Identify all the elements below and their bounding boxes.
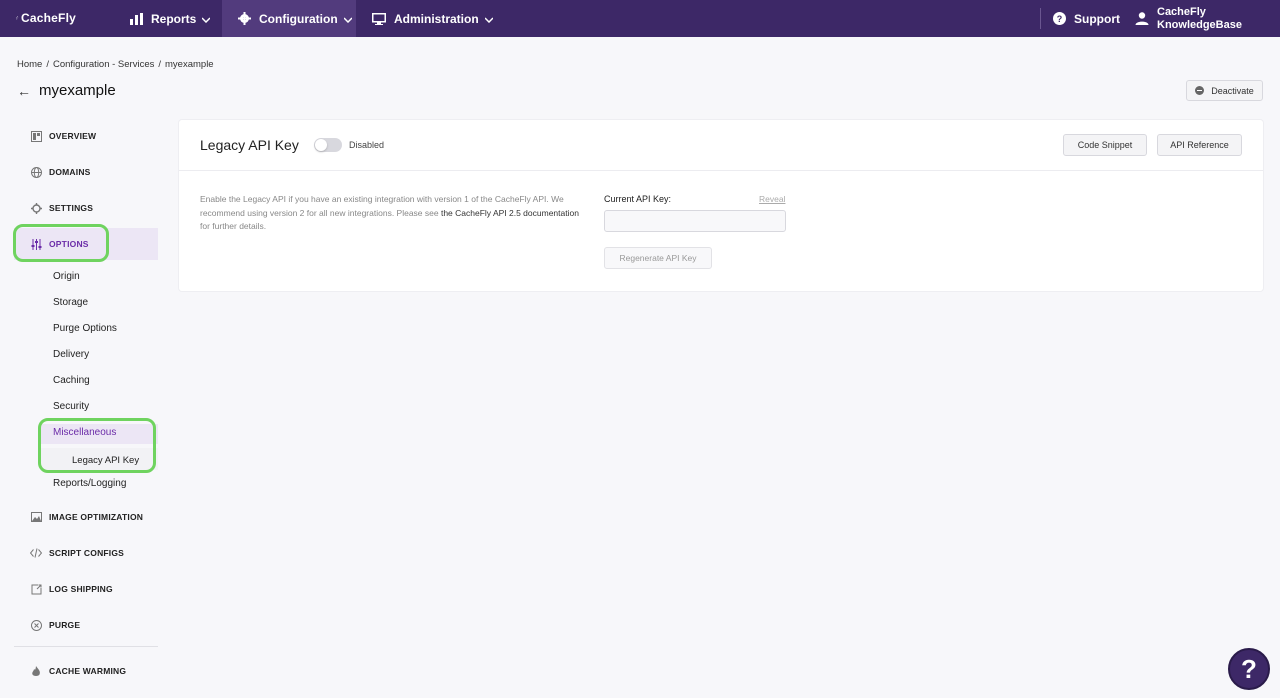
chevron-down-icon <box>201 12 211 26</box>
card-divider <box>179 170 1263 171</box>
sidebar-label: OVERVIEW <box>49 131 97 141</box>
top-navbar: CacheFly Reports Configuration Administr… <box>0 0 1280 37</box>
gear-icon <box>238 12 251 25</box>
regenerate-api-key-button[interactable]: Regenerate API Key <box>604 247 712 269</box>
reveal-link[interactable]: Reveal <box>759 194 785 204</box>
purge-icon <box>30 619 42 631</box>
sidebar-sub-security[interactable]: Security <box>53 401 89 412</box>
sidebar-item-cache-warming[interactable]: CACHE WARMING <box>14 655 158 687</box>
sidebar-sub-reports-logging[interactable]: Reports/Logging <box>53 478 126 489</box>
sidebar-sub-delivery[interactable]: Delivery <box>53 349 89 360</box>
sidebar-label: DOMAINS <box>49 167 91 177</box>
deactivate-label: Deactivate <box>1211 85 1254 96</box>
nav-support-label: Support <box>1074 11 1120 26</box>
nav-reports[interactable]: Reports <box>130 0 211 37</box>
sidebar-label: SCRIPT CONFIGS <box>49 548 125 558</box>
legacy-api-key-card: Legacy API Key Disabled Code Snippet API… <box>179 120 1263 291</box>
breadcrumb-services[interactable]: Configuration - Services <box>53 59 154 70</box>
current-api-key-label: Current API Key: <box>604 194 672 204</box>
legacy-api-description: Enable the Legacy API if you have an exi… <box>200 193 580 234</box>
sidebar-item-log-shipping[interactable]: LOG SHIPPING <box>14 573 158 605</box>
legacy-api-toggle[interactable] <box>314 138 342 152</box>
api-docs-link[interactable]: the CacheFly API 2.5 documentation <box>441 208 579 218</box>
page-title: myexample <box>39 82 116 99</box>
sliders-icon <box>30 238 42 250</box>
description-text-end: for further details. <box>200 221 267 231</box>
logo-text: CacheFly <box>21 11 76 25</box>
help-button[interactable]: ? <box>1228 648 1270 690</box>
nav-reports-label: Reports <box>151 11 197 26</box>
nav-support[interactable]: ? Support <box>1053 0 1120 37</box>
user-icon <box>1135 12 1149 25</box>
breadcrumb-separator: / <box>46 59 49 70</box>
nav-configuration[interactable]: Configuration <box>222 0 356 37</box>
sidebar-sub-legacy-api-key[interactable]: Legacy API Key <box>72 455 139 466</box>
toggle-state-label: Disabled <box>349 140 385 150</box>
nav-configuration-label: Configuration <box>259 11 338 26</box>
sidebar-item-image-optimization[interactable]: IMAGE OPTIMIZATION <box>14 501 158 533</box>
sidebar-sub-miscellaneous[interactable]: Miscellaneous <box>53 427 116 438</box>
nav-divider <box>1040 8 1041 29</box>
sidebar-label: LOG SHIPPING <box>49 584 113 594</box>
monitor-icon <box>372 12 386 25</box>
page-title-row: ← myexample <box>17 82 116 99</box>
sidebar-item-options[interactable]: OPTIONS <box>14 228 158 260</box>
sidebar-label: OPTIONS <box>49 239 89 249</box>
code-icon <box>30 547 42 559</box>
chevron-down-icon <box>484 12 494 26</box>
card-title: Legacy API Key <box>200 137 299 153</box>
sidebar-item-script-configs[interactable]: SCRIPT CONFIGS <box>14 537 158 569</box>
breadcrumb-current: myexample <box>165 59 214 70</box>
sidebar-label: SETTINGS <box>49 203 94 213</box>
sidebar-divider <box>14 646 158 647</box>
cachefly-logo[interactable]: CacheFly <box>16 4 76 32</box>
arrow-left-icon[interactable]: ← <box>17 83 31 99</box>
nav-administration-label: Administration <box>394 11 479 26</box>
overview-icon <box>30 130 42 142</box>
breadcrumb: Home / Configuration - Services / myexample <box>17 59 218 70</box>
current-api-key-field <box>604 210 786 232</box>
sidebar-label: CACHE WARMING <box>49 666 127 676</box>
user-name-line1: CacheFly <box>1157 5 1206 18</box>
nav-administration[interactable]: Administration <box>372 0 494 37</box>
svg-text:?: ? <box>1057 14 1063 24</box>
code-snippet-button[interactable]: Code Snippet <box>1063 134 1147 156</box>
bar-chart-icon <box>130 12 143 25</box>
nav-user-menu[interactable]: CacheFly KnowledgeBase <box>1135 0 1242 37</box>
sidebar-item-overview[interactable]: OVERVIEW <box>14 120 158 152</box>
logo-mark-icon <box>16 16 19 20</box>
breadcrumb-separator: / <box>158 59 162 70</box>
chevron-down-icon <box>343 12 353 26</box>
user-name: CacheFly KnowledgeBase <box>1157 6 1242 32</box>
deactivate-button[interactable]: Deactivate <box>1186 80 1263 101</box>
flame-icon <box>30 665 42 677</box>
export-icon <box>30 583 42 595</box>
sidebar-item-settings[interactable]: SETTINGS <box>14 192 158 224</box>
gear-icon <box>30 202 42 214</box>
sidebar-sub-storage[interactable]: Storage <box>53 297 88 308</box>
sidebar-sub-caching[interactable]: Caching <box>53 375 90 386</box>
sidebar-item-purge[interactable]: PURGE <box>14 609 158 641</box>
minus-circle-icon <box>1195 86 1205 95</box>
sidebar-label: IMAGE OPTIMIZATION <box>49 512 144 522</box>
user-name-line2: KnowledgeBase <box>1157 18 1242 31</box>
globe-icon <box>30 166 42 178</box>
help-circle-icon: ? <box>1053 12 1066 25</box>
image-icon <box>30 511 42 523</box>
sidebar-item-domains[interactable]: DOMAINS <box>14 156 158 188</box>
api-reference-button[interactable]: API Reference <box>1157 134 1242 156</box>
sidebar-label: PURGE <box>49 620 81 630</box>
breadcrumb-home[interactable]: Home <box>17 59 42 70</box>
sidebar-sub-origin[interactable]: Origin <box>53 271 80 282</box>
sidebar-sub-purge-options[interactable]: Purge Options <box>53 323 117 334</box>
